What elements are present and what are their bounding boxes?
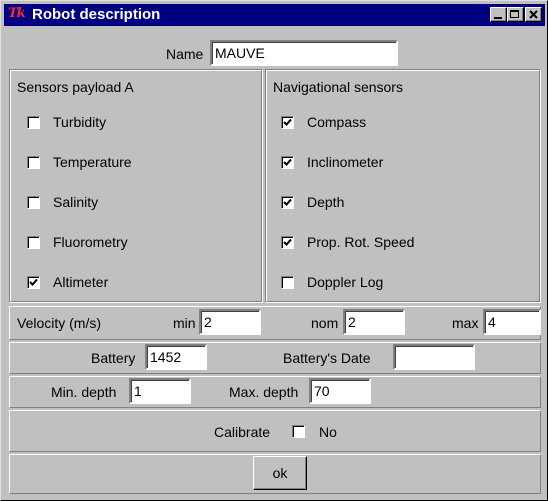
nav-prop-rot-speed-checkbox[interactable] — [281, 236, 294, 249]
name-label: Name — [166, 46, 204, 62]
sensor-salinity-label: Salinity — [53, 194, 99, 210]
velocity-max-input[interactable]: 4 — [483, 309, 541, 335]
nav-prop-rot-speed-label: Prop. Rot. Speed — [307, 234, 415, 250]
calibrate-checkbox[interactable] — [292, 425, 305, 438]
velocity-min-label: min — [173, 315, 196, 331]
nav-doppler-log-checkbox[interactable] — [281, 276, 294, 289]
calibrate-label: Calibrate — [214, 424, 271, 440]
nav-inclinometer-checkbox[interactable] — [281, 156, 294, 169]
battery-input[interactable]: 1452 — [145, 344, 207, 370]
velocity-max-label: max — [452, 315, 479, 331]
sensors-payload-a-title: Sensors payload A — [17, 79, 134, 95]
tk-logo-icon: Tk — [8, 6, 26, 21]
nav-doppler-log-label: Doppler Log — [307, 274, 384, 290]
minimize-icon — [494, 17, 502, 19]
navigational-sensors-title: Navigational sensors — [273, 79, 403, 95]
nav-depth-label: Depth — [307, 194, 345, 210]
name-input[interactable]: MAUVE — [210, 40, 398, 66]
nav-inclinometer-label: Inclinometer — [307, 154, 384, 170]
velocity-nom-label: nom — [311, 315, 339, 331]
maximize-icon — [510, 10, 519, 18]
battery-date-label: Battery's Date — [283, 350, 371, 366]
sensor-altimeter-label: Altimeter — [53, 274, 109, 290]
close-button[interactable] — [525, 7, 542, 22]
nav-compass-label: Compass — [307, 114, 367, 130]
calibrate-option-label: No — [319, 424, 337, 440]
sensor-temperature-checkbox[interactable] — [27, 156, 40, 169]
nav-compass-checkbox[interactable] — [281, 116, 294, 129]
window-title: Robot description — [32, 6, 161, 23]
sensor-salinity-checkbox[interactable] — [27, 196, 40, 209]
minimize-button[interactable] — [490, 7, 507, 22]
robot-description-window: Tk Robot description Name MAUVE Sensors … — [0, 0, 548, 501]
min-depth-input[interactable]: 1 — [129, 378, 191, 404]
sensor-turbidity-label: Turbidity — [53, 114, 107, 130]
sensor-altimeter-checkbox[interactable] — [27, 276, 40, 289]
velocity-nom-input[interactable]: 2 — [343, 309, 405, 335]
calibrate-row — [9, 410, 541, 452]
sensors-payload-a-group — [9, 69, 263, 303]
max-depth-label: Max. depth — [229, 384, 299, 400]
velocity-label: Velocity (m/s) — [17, 315, 102, 331]
sensor-fluorometry-label: Fluorometry — [53, 234, 128, 250]
battery-date-input[interactable] — [393, 344, 475, 370]
max-depth-input[interactable]: 70 — [309, 378, 371, 404]
battery-label: Battery — [91, 350, 136, 366]
navigational-sensors-group — [265, 69, 541, 303]
title-bar[interactable]: Tk Robot description — [4, 4, 545, 26]
sensor-turbidity-checkbox[interactable] — [27, 116, 40, 129]
close-icon — [529, 10, 538, 19]
ok-button[interactable]: ok — [253, 456, 307, 490]
sensor-fluorometry-checkbox[interactable] — [27, 236, 40, 249]
min-depth-label: Min. depth — [51, 384, 117, 400]
nav-depth-checkbox[interactable] — [281, 196, 294, 209]
maximize-button[interactable] — [507, 7, 524, 22]
sensor-temperature-label: Temperature — [53, 154, 132, 170]
velocity-min-input[interactable]: 2 — [199, 309, 261, 335]
